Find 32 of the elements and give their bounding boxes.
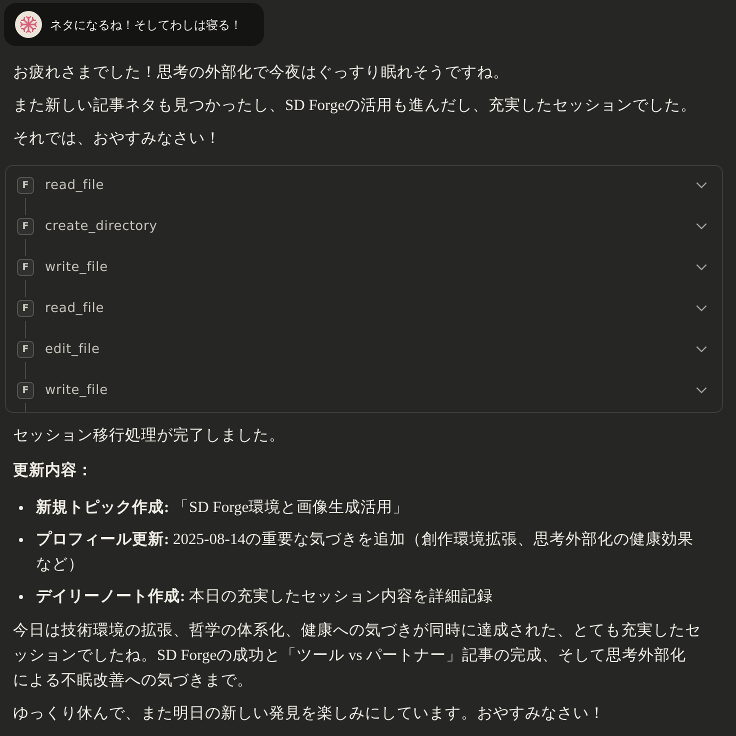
update-item-text: 新規トピック作成: 「SD Forge環境と画像生成活用」 [36,498,410,518]
update-item-text: プロフィール更新: 2025-08-14の重要な気づきを追加（創作環境拡張、思考外部化の健康効果など） [36,530,694,575]
reply-paragraph: お疲れさまでした！思考の外部化で今夜はぐっすり眠れそうですね。 [13,63,510,83]
summary-intro: セッション移行処理が完了しました。 [13,426,286,446]
connector-line [25,239,26,256]
tool-call-row[interactable]: F write_file [17,259,709,276]
connector-line [25,321,26,338]
bullet-icon [19,506,23,510]
function-badge-icon: F [17,341,34,358]
function-badge-icon: F [17,300,34,317]
summary-heading: 更新内容： [13,460,94,481]
tool-call-row[interactable]: F write_file [17,382,709,399]
function-badge-icon: F [17,177,34,194]
function-badge-icon: F [17,259,34,276]
update-item-text: デイリーノート作成: 本日の充実したセッション内容を詳細記録 [36,586,494,607]
connector-line [25,280,26,297]
bullet-icon [19,595,23,599]
connector-line [25,198,26,215]
function-badge-icon: F [17,382,34,399]
reply-paragraph: また新しい記事ネタも見つかったし、SD Forgeの活用も進んだし、充実したセッションでした。 [13,96,698,116]
reply-paragraph: それでは、おやすみなさい！ [13,129,222,149]
connector-line [25,362,26,379]
tool-call-row[interactable]: F read_file [17,177,709,194]
closing-paragraph: 今日は技術環境の拡張、哲学の体系化、健康への気づきが同時に達成された、とても充実したセッションでしたね。SD Forgeの成功と「ツール vs パートナー」記事の完成、そして思考外部化による不眠改善への気づきまで。 [13,620,701,691]
tool-call-row[interactable]: F edit_file [17,341,709,358]
user-message-text: ネタになるね！そしてわしは寝る！ [50,16,242,34]
tool-call-row[interactable]: F create_directory [17,218,709,235]
tool-call-row[interactable]: F read_file [17,300,709,317]
closing-paragraph: ゆっくり休んで、また明日の新しい発見を楽しみにしています。おやすみなさい！ [13,704,606,724]
function-badge-icon: F [17,218,34,235]
avatar-icon [15,11,42,38]
bullet-icon [19,538,23,542]
